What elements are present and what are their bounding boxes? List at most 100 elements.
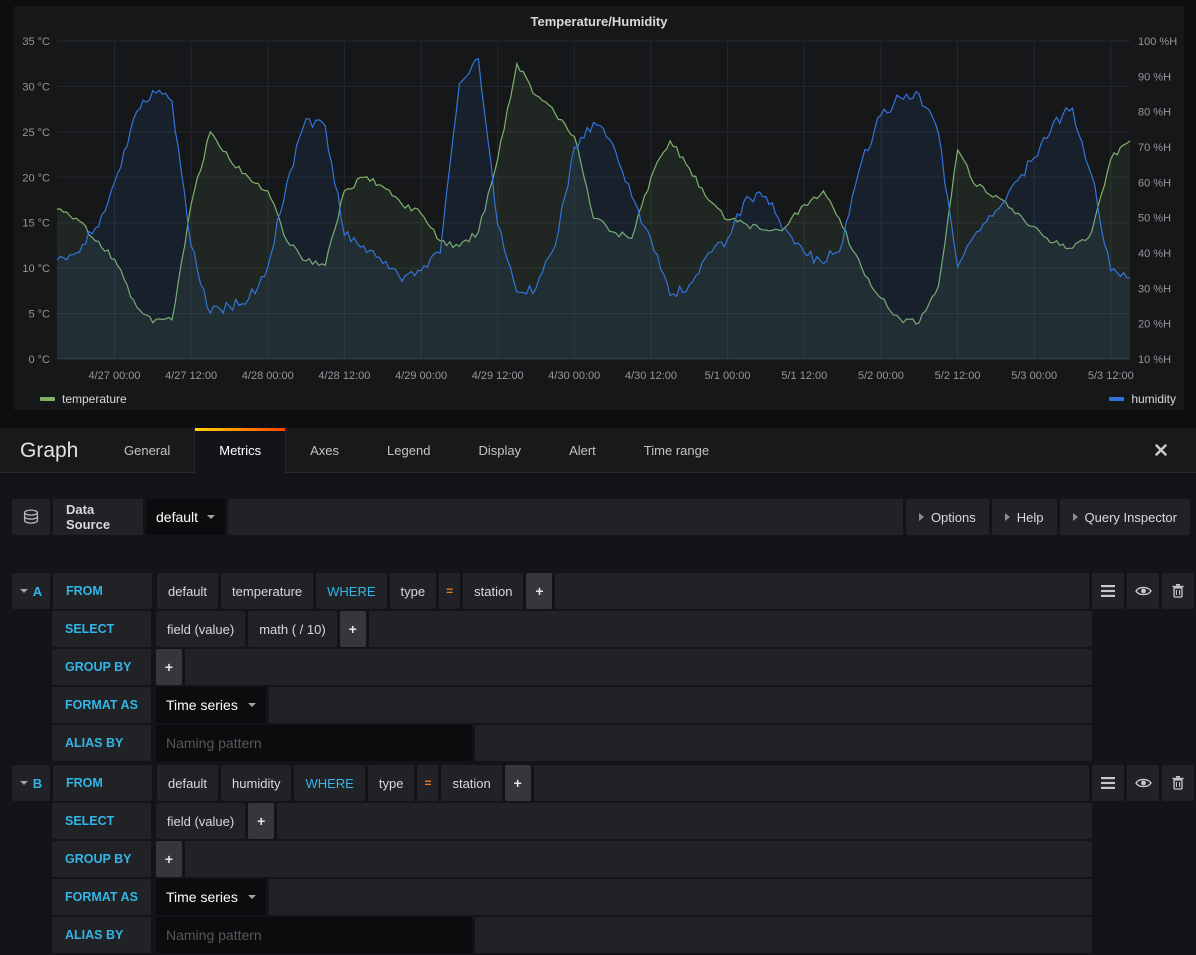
tab-legend[interactable]: Legend bbox=[363, 428, 454, 474]
group-by-label: GROUP BY bbox=[52, 841, 151, 877]
select-label: SELECT bbox=[52, 611, 151, 647]
collapse-caret-icon bbox=[20, 781, 28, 785]
legend-label-temperature[interactable]: temperature bbox=[62, 392, 127, 406]
from-policy-segment[interactable]: default bbox=[157, 573, 218, 609]
row-filler bbox=[534, 765, 1089, 801]
hamburger-menu-icon bbox=[1101, 777, 1115, 789]
query-delete-button[interactable] bbox=[1162, 765, 1194, 801]
alias-by-label: ALIAS BY bbox=[52, 917, 151, 953]
query-b-format-row: FORMAT AS Time series bbox=[12, 879, 1092, 915]
svg-text:5/1 00:00: 5/1 00:00 bbox=[705, 370, 751, 382]
add-condition-button[interactable]: + bbox=[526, 573, 552, 609]
legend-item-humidity[interactable]: humidity bbox=[1109, 392, 1176, 406]
format-as-value: Time series bbox=[166, 697, 238, 713]
legend-label-humidity[interactable]: humidity bbox=[1131, 392, 1176, 406]
query-a-collapse-toggle[interactable]: A bbox=[12, 573, 50, 609]
eye-icon bbox=[1135, 777, 1152, 789]
from-label: FROM bbox=[53, 765, 152, 801]
where-operator-segment[interactable]: = bbox=[439, 573, 460, 609]
add-group-by-button[interactable]: + bbox=[156, 841, 182, 877]
query-delete-button[interactable] bbox=[1162, 573, 1194, 609]
svg-text:5/1 12:00: 5/1 12:00 bbox=[781, 370, 827, 382]
tab-time-range[interactable]: Time range bbox=[620, 428, 733, 474]
svg-text:10 %H: 10 %H bbox=[1138, 354, 1171, 366]
row-filler bbox=[185, 841, 1092, 877]
query-toggle-visibility-button[interactable] bbox=[1127, 573, 1159, 609]
tab-display[interactable]: Display bbox=[454, 428, 545, 474]
svg-text:4/27 12:00: 4/27 12:00 bbox=[165, 370, 217, 382]
svg-text:15 °C: 15 °C bbox=[22, 218, 50, 230]
where-tag-segment[interactable]: type bbox=[390, 573, 437, 609]
hamburger-menu-icon bbox=[1101, 585, 1115, 597]
options-button[interactable]: Options bbox=[906, 499, 989, 535]
eye-icon bbox=[1135, 585, 1152, 597]
format-as-value: Time series bbox=[166, 889, 238, 905]
datasource-select[interactable]: default bbox=[146, 499, 225, 535]
panel-editor-tabbar: Graph General Metrics Axes Legend Displa… bbox=[0, 428, 1196, 473]
svg-text:70 %H: 70 %H bbox=[1138, 142, 1171, 154]
select-math-segment[interactable]: math ( / 10) bbox=[248, 611, 336, 647]
trash-icon bbox=[1172, 584, 1184, 598]
add-group-by-button[interactable]: + bbox=[156, 649, 182, 685]
svg-text:0 °C: 0 °C bbox=[28, 354, 50, 366]
svg-text:4/30 12:00: 4/30 12:00 bbox=[625, 370, 677, 382]
svg-text:5/2 00:00: 5/2 00:00 bbox=[858, 370, 904, 382]
query-ref-id: B bbox=[33, 776, 42, 791]
svg-text:20 %H: 20 %H bbox=[1138, 319, 1171, 331]
query-inspector-button[interactable]: Query Inspector bbox=[1060, 499, 1191, 535]
select-field-segment[interactable]: field (value) bbox=[156, 803, 245, 839]
from-policy-segment[interactable]: default bbox=[157, 765, 218, 801]
add-select-part-button[interactable]: + bbox=[248, 803, 274, 839]
svg-text:5/3 00:00: 5/3 00:00 bbox=[1011, 370, 1057, 382]
where-operator-segment[interactable]: = bbox=[417, 765, 438, 801]
query-toggle-visibility-button[interactable] bbox=[1127, 765, 1159, 801]
plus-icon: + bbox=[165, 659, 173, 675]
close-icon[interactable] bbox=[1154, 443, 1168, 457]
select-field-segment[interactable]: field (value) bbox=[156, 611, 245, 647]
svg-text:30 °C: 30 °C bbox=[22, 81, 50, 93]
from-measurement-segment[interactable]: humidity bbox=[221, 765, 291, 801]
where-value-segment[interactable]: station bbox=[463, 573, 523, 609]
format-as-select[interactable]: Time series bbox=[156, 687, 266, 723]
group-by-label: GROUP BY bbox=[52, 649, 151, 685]
where-keyword[interactable]: WHERE bbox=[294, 765, 364, 801]
svg-text:60 %H: 60 %H bbox=[1138, 177, 1171, 189]
tab-axes[interactable]: Axes bbox=[286, 428, 363, 474]
query-b-collapse-toggle[interactable]: B bbox=[12, 765, 50, 801]
svg-text:4/28 00:00: 4/28 00:00 bbox=[242, 370, 294, 382]
alias-input[interactable] bbox=[156, 917, 472, 953]
panel-type-title: Graph bbox=[20, 428, 78, 473]
svg-text:4/28 12:00: 4/28 12:00 bbox=[318, 370, 370, 382]
query-a-groupby-row: GROUP BY + bbox=[12, 649, 1092, 685]
collapse-caret-icon bbox=[20, 589, 28, 593]
alias-input[interactable] bbox=[156, 725, 472, 761]
svg-text:4/27 00:00: 4/27 00:00 bbox=[89, 370, 141, 382]
format-as-label: FORMAT AS bbox=[52, 879, 151, 915]
query-menu-button[interactable] bbox=[1092, 765, 1124, 801]
where-value-segment[interactable]: station bbox=[441, 765, 501, 801]
database-icon bbox=[22, 509, 40, 526]
add-select-part-button[interactable]: + bbox=[340, 611, 366, 647]
row-filler bbox=[269, 687, 1092, 723]
plus-icon: + bbox=[535, 583, 543, 599]
query-a-from-row: A FROM default temperature WHERE type = … bbox=[12, 573, 1194, 609]
plus-icon: + bbox=[257, 813, 265, 829]
svg-text:5 °C: 5 °C bbox=[28, 309, 50, 321]
from-measurement-segment[interactable]: temperature bbox=[221, 573, 313, 609]
format-as-select[interactable]: Time series bbox=[156, 879, 266, 915]
help-button[interactable]: Help bbox=[992, 499, 1057, 535]
where-keyword[interactable]: WHERE bbox=[316, 573, 386, 609]
datasource-row: Data Source default Options Help Query I… bbox=[12, 499, 1190, 535]
where-tag-segment[interactable]: type bbox=[368, 765, 415, 801]
svg-text:10 °C: 10 °C bbox=[22, 263, 50, 275]
plus-icon: + bbox=[514, 775, 522, 791]
timeseries-chart[interactable]: 0 °C5 °C10 °C15 °C20 °C25 °C30 °C35 °C10… bbox=[14, 6, 1184, 410]
tab-metrics[interactable]: Metrics bbox=[194, 428, 286, 474]
legend-item-temperature[interactable]: temperature bbox=[40, 392, 127, 406]
query-menu-button[interactable] bbox=[1092, 573, 1124, 609]
add-condition-button[interactable]: + bbox=[505, 765, 531, 801]
tab-general[interactable]: General bbox=[100, 428, 194, 474]
help-button-label: Help bbox=[1017, 510, 1044, 525]
svg-text:4/29 00:00: 4/29 00:00 bbox=[395, 370, 447, 382]
tab-alert[interactable]: Alert bbox=[545, 428, 620, 474]
